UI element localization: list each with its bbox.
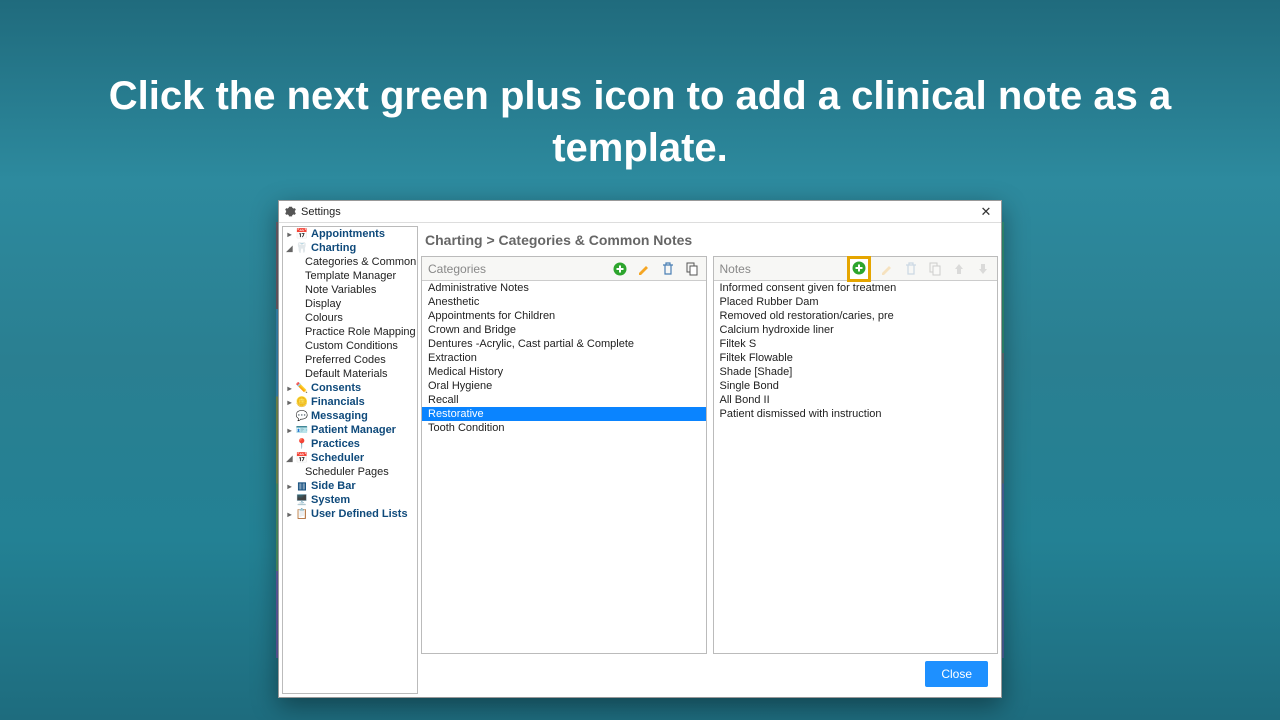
tree-template-manager[interactable]: Template Manager bbox=[283, 269, 417, 283]
pen-icon: ✏️ bbox=[296, 382, 308, 394]
category-item[interactable]: Administrative Notes bbox=[422, 281, 706, 295]
tree-financials[interactable]: ▸🪙Financials bbox=[283, 395, 417, 409]
notes-pane: Notes Informed consent given fo bbox=[713, 256, 999, 654]
categories-title: Categories bbox=[428, 262, 612, 276]
category-item[interactable]: Tooth Condition bbox=[422, 421, 706, 435]
instruction-text: Click the next green plus icon to add a … bbox=[0, 0, 1280, 204]
tree-charting[interactable]: ◢🦷Charting bbox=[283, 241, 417, 255]
tree-categories-notes[interactable]: Categories & Common Notes bbox=[283, 255, 417, 269]
category-item[interactable]: Anesthetic bbox=[422, 295, 706, 309]
category-item[interactable]: Recall bbox=[422, 393, 706, 407]
notes-list[interactable]: Informed consent given for treatmenPlace… bbox=[714, 281, 998, 653]
category-item[interactable]: Appointments for Children bbox=[422, 309, 706, 323]
tree-sidebar[interactable]: ▸▥Side Bar bbox=[283, 479, 417, 493]
settings-window: Settings ✕ ▸📅Appointments ◢🦷Charting Cat… bbox=[278, 200, 1002, 698]
categories-list[interactable]: Administrative NotesAnestheticAppointmen… bbox=[422, 281, 706, 653]
tree-patient-manager[interactable]: ▸🪪Patient Manager bbox=[283, 423, 417, 437]
delete-note-button[interactable] bbox=[903, 261, 919, 277]
note-item[interactable]: Shade [Shade] bbox=[714, 365, 998, 379]
tree-consents[interactable]: ▸✏️Consents bbox=[283, 381, 417, 395]
tree-note-variables[interactable]: Note Variables bbox=[283, 283, 417, 297]
chat-icon: 💬 bbox=[296, 410, 308, 422]
note-item[interactable]: Removed old restoration/caries, pre bbox=[714, 309, 998, 323]
window-title: Settings bbox=[301, 206, 977, 218]
category-item[interactable]: Dentures -Acrylic, Cast partial & Comple… bbox=[422, 337, 706, 351]
categories-pane: Categories Administrative NotesAnestheti… bbox=[421, 256, 707, 654]
scheduler-icon: 📅 bbox=[296, 452, 308, 464]
tree-colours[interactable]: Colours bbox=[283, 311, 417, 325]
tree-default-materials[interactable]: Default Materials bbox=[283, 367, 417, 381]
tooth-icon: 🦷 bbox=[296, 242, 308, 254]
category-item[interactable]: Extraction bbox=[422, 351, 706, 365]
tree-practices[interactable]: ▸📍Practices bbox=[283, 437, 417, 451]
card-icon: 🪪 bbox=[296, 424, 308, 436]
delete-category-button[interactable] bbox=[660, 261, 676, 277]
tree-preferred-codes[interactable]: Preferred Codes bbox=[283, 353, 417, 367]
note-item[interactable]: Filtek Flowable bbox=[714, 351, 998, 365]
tree-practice-role-mapping[interactable]: Practice Role Mapping bbox=[283, 325, 417, 339]
tree-user-defined-lists[interactable]: ▸📋User Defined Lists bbox=[283, 507, 417, 521]
category-item[interactable]: Medical History bbox=[422, 365, 706, 379]
move-down-button[interactable] bbox=[975, 261, 991, 277]
tree-system[interactable]: ▸🖥️System bbox=[283, 493, 417, 507]
tree-scheduler-pages[interactable]: Scheduler Pages bbox=[283, 465, 417, 479]
add-note-button[interactable] bbox=[851, 260, 867, 276]
copy-note-button[interactable] bbox=[927, 261, 943, 277]
tree-messaging[interactable]: ▸💬Messaging bbox=[283, 409, 417, 423]
note-item[interactable]: Single Bond bbox=[714, 379, 998, 393]
close-button[interactable]: Close bbox=[925, 661, 988, 687]
titlebar: Settings ✕ bbox=[279, 201, 1001, 223]
edit-note-button[interactable] bbox=[879, 261, 895, 277]
add-note-highlight bbox=[847, 256, 871, 282]
add-category-button[interactable] bbox=[612, 261, 628, 277]
note-item[interactable]: Patient dismissed with instruction bbox=[714, 407, 998, 421]
note-item[interactable]: All Bond II bbox=[714, 393, 998, 407]
coins-icon: 🪙 bbox=[296, 396, 308, 408]
tree-display[interactable]: Display bbox=[283, 297, 417, 311]
pin-icon: 📍 bbox=[296, 438, 308, 450]
calendar-icon: 📅 bbox=[296, 228, 308, 240]
list-icon: 📋 bbox=[296, 508, 308, 520]
settings-tree[interactable]: ▸📅Appointments ◢🦷Charting Categories & C… bbox=[282, 226, 418, 694]
copy-category-button[interactable] bbox=[684, 261, 700, 277]
tree-custom-conditions[interactable]: Custom Conditions bbox=[283, 339, 417, 353]
breadcrumb: Charting > Categories & Common Notes bbox=[421, 226, 998, 256]
monitor-icon: 🖥️ bbox=[296, 494, 308, 506]
tree-scheduler[interactable]: ◢📅Scheduler bbox=[283, 451, 417, 465]
category-item[interactable]: Restorative bbox=[422, 407, 706, 421]
categories-header: Categories bbox=[422, 257, 706, 281]
notes-header: Notes bbox=[714, 257, 998, 281]
category-item[interactable]: Oral Hygiene bbox=[422, 379, 706, 393]
note-item[interactable]: Placed Rubber Dam bbox=[714, 295, 998, 309]
close-icon[interactable]: ✕ bbox=[977, 204, 995, 220]
notes-title: Notes bbox=[720, 262, 848, 276]
category-item[interactable]: Crown and Bridge bbox=[422, 323, 706, 337]
move-up-button[interactable] bbox=[951, 261, 967, 277]
edit-category-button[interactable] bbox=[636, 261, 652, 277]
tree-appointments[interactable]: ▸📅Appointments bbox=[283, 227, 417, 241]
sidebar-icon: ▥ bbox=[296, 480, 308, 492]
note-item[interactable]: Calcium hydroxide liner bbox=[714, 323, 998, 337]
gear-icon bbox=[285, 206, 296, 217]
note-item[interactable]: Informed consent given for treatmen bbox=[714, 281, 998, 295]
note-item[interactable]: Filtek S bbox=[714, 337, 998, 351]
